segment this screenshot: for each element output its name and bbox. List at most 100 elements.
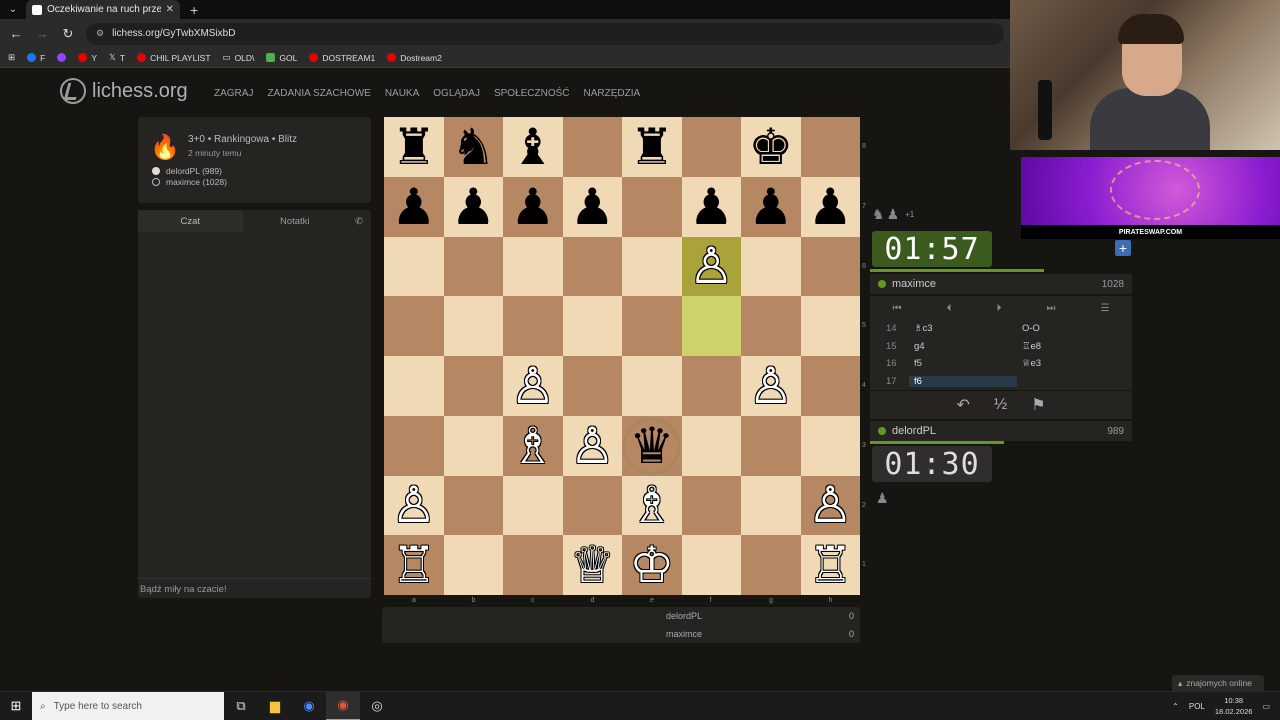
chrome-profile-icon[interactable]: ◉ bbox=[292, 692, 326, 720]
square-f2[interactable] bbox=[681, 475, 741, 536]
square-c2[interactable] bbox=[503, 475, 563, 536]
square-a5[interactable] bbox=[384, 296, 444, 356]
square-h3[interactable] bbox=[800, 415, 860, 476]
black-pawn-a7[interactable]: ♟ bbox=[384, 177, 444, 237]
white-bishop-e2[interactable]: ♗ bbox=[622, 476, 682, 536]
black-bishop-c8[interactable]: ♝ bbox=[503, 117, 563, 177]
black-king-g8[interactable]: ♚ bbox=[741, 117, 801, 177]
offer-draw-button[interactable]: ½ bbox=[994, 396, 1007, 414]
bookmark-facebook[interactable]: F bbox=[27, 53, 45, 63]
white-pawn-f6[interactable]: ♙ bbox=[682, 237, 742, 297]
square-d4[interactable] bbox=[562, 356, 622, 416]
square-e7[interactable] bbox=[622, 176, 682, 237]
square-b6[interactable] bbox=[443, 236, 503, 297]
black-pawn-h7[interactable]: ♟ bbox=[801, 177, 861, 237]
tray-chevron-icon[interactable]: ⌃ bbox=[1172, 702, 1179, 711]
white-move[interactable]: f6 bbox=[909, 375, 1017, 387]
nav-learn[interactable]: NAUKA bbox=[385, 88, 419, 99]
square-d5[interactable] bbox=[562, 296, 622, 356]
add-icon[interactable]: + bbox=[1115, 240, 1131, 256]
square-b3[interactable] bbox=[443, 415, 503, 476]
white-pawn-g4[interactable]: ♙ bbox=[741, 356, 801, 416]
taskbar-search[interactable]: ⌕ Type here to search bbox=[32, 691, 224, 720]
task-view-icon[interactable]: ⧉ bbox=[224, 692, 258, 720]
black-pawn-b7[interactable]: ♟ bbox=[444, 177, 504, 237]
new-tab-icon[interactable]: + bbox=[190, 2, 198, 18]
white-player-info[interactable]: delordPL (989) bbox=[152, 166, 222, 176]
nav-community[interactable]: SPOŁECZNOŚĆ bbox=[494, 88, 570, 99]
square-d2[interactable] bbox=[562, 475, 622, 536]
bookmark-youtube[interactable]: Y bbox=[78, 53, 97, 63]
apps-icon[interactable]: ⊞ bbox=[8, 52, 15, 63]
opponent-name[interactable]: maximce bbox=[892, 278, 936, 290]
white-pawn-a2[interactable]: ♙ bbox=[384, 476, 444, 536]
app-icon[interactable]: ◎ bbox=[360, 692, 394, 720]
site-logo[interactable]: lichess.org bbox=[60, 78, 188, 104]
square-d6[interactable] bbox=[562, 236, 622, 297]
reload-icon[interactable]: ↻ bbox=[60, 26, 76, 42]
last-move-icon[interactable]: ⏭ bbox=[1047, 303, 1056, 314]
bookmark-chil-playlist[interactable]: CHIL PLAYLIST bbox=[137, 53, 211, 63]
bookmark-dostream1[interactable]: DOSTREAM1 bbox=[309, 53, 375, 63]
square-g1[interactable] bbox=[741, 535, 801, 595]
nav-play[interactable]: ZAGRAJ bbox=[214, 88, 253, 99]
notifications-icon[interactable]: ▭ bbox=[1262, 702, 1270, 711]
black-pawn-c7[interactable]: ♟ bbox=[503, 177, 563, 237]
bookmark-gol[interactable]: GOL bbox=[266, 53, 297, 63]
chat-input[interactable]: Bądź miły na czacie! bbox=[138, 578, 371, 598]
white-move[interactable]: ♗c3 bbox=[914, 323, 1022, 334]
tab-chat[interactable]: Czat bbox=[138, 210, 243, 232]
file-explorer-icon[interactable]: ▆ bbox=[258, 692, 292, 720]
next-move-icon[interactable]: ⏵ bbox=[997, 303, 1002, 314]
black-knight-b8[interactable]: ♞ bbox=[444, 117, 504, 177]
black-move[interactable]: ♖e8 bbox=[1022, 341, 1132, 352]
square-e6[interactable] bbox=[622, 236, 682, 297]
friends-online-button[interactable]: ▴ znajomych online bbox=[1172, 675, 1264, 691]
prev-move-icon[interactable]: ⏴ bbox=[947, 303, 952, 314]
square-a3[interactable] bbox=[384, 415, 444, 476]
tab-list-icon[interactable]: ⌄ bbox=[0, 4, 26, 15]
square-a4[interactable] bbox=[384, 356, 444, 416]
bookmark-old[interactable]: ▭ OLD\ bbox=[223, 52, 255, 63]
square-c1[interactable] bbox=[503, 535, 563, 595]
white-move[interactable]: g4 bbox=[914, 341, 1022, 352]
white-move[interactable]: f5 bbox=[914, 358, 1022, 369]
nav-puzzles[interactable]: ZADANIA SZACHOWE bbox=[267, 88, 370, 99]
chrome-icon[interactable]: ◉ bbox=[326, 691, 360, 720]
black-rook-a8[interactable]: ♜ bbox=[384, 117, 444, 177]
black-move[interactable]: ♕e3 bbox=[1022, 358, 1132, 369]
square-h6[interactable] bbox=[800, 236, 860, 297]
square-g6[interactable] bbox=[741, 236, 801, 297]
square-a6[interactable] bbox=[384, 236, 444, 297]
menu-icon[interactable]: ☰ bbox=[1101, 303, 1110, 314]
close-tab-icon[interactable]: ✕ bbox=[166, 4, 174, 15]
white-pawn-d3[interactable]: ♙ bbox=[563, 416, 623, 476]
black-move[interactable]: O-O bbox=[1022, 323, 1132, 334]
nav-tools[interactable]: NARZĘDZIA bbox=[584, 88, 641, 99]
square-e4[interactable] bbox=[622, 356, 682, 416]
white-rook-h1[interactable]: ♖ bbox=[801, 535, 861, 595]
forward-icon[interactable]: → bbox=[34, 26, 50, 41]
square-f1[interactable] bbox=[681, 535, 741, 595]
bookmark-twitch[interactable] bbox=[57, 53, 67, 62]
back-icon[interactable]: ← bbox=[8, 26, 24, 41]
voice-chat-icon[interactable]: ✆ bbox=[347, 210, 371, 232]
first-move-icon[interactable]: ⏮ bbox=[893, 303, 902, 314]
browser-tab[interactable]: Oczekiwanie na ruch przeciwnika ✕ bbox=[26, 0, 180, 19]
black-rook-e8[interactable]: ♜ bbox=[622, 117, 682, 177]
own-name[interactable]: delordPL bbox=[892, 425, 936, 437]
square-b4[interactable] bbox=[443, 356, 503, 416]
windows-start-icon[interactable]: ⊞ bbox=[0, 698, 32, 714]
white-king-e1[interactable]: ♔ bbox=[622, 535, 682, 595]
bookmark-x[interactable]: 𝕏T bbox=[109, 52, 125, 63]
chess-board[interactable]: ♜♞♝♜♚♟♟♟♟♟♟♟♙♙♙♗♙♛♙♗♙♖♕♔♖ bbox=[384, 117, 860, 595]
white-rook-a1[interactable]: ♖ bbox=[384, 535, 444, 595]
square-h5[interactable] bbox=[800, 296, 860, 356]
tab-notes[interactable]: Notatki bbox=[243, 210, 348, 232]
square-h4[interactable] bbox=[800, 356, 860, 416]
url-input[interactable]: ⚙ lichess.org/GyTwbXMSixbD bbox=[86, 22, 1004, 45]
square-g3[interactable] bbox=[741, 415, 801, 476]
system-clock[interactable]: 10:38 18.02.2026 bbox=[1215, 695, 1253, 717]
site-info-icon[interactable]: ⚙ bbox=[96, 28, 104, 39]
square-c5[interactable] bbox=[503, 296, 563, 356]
